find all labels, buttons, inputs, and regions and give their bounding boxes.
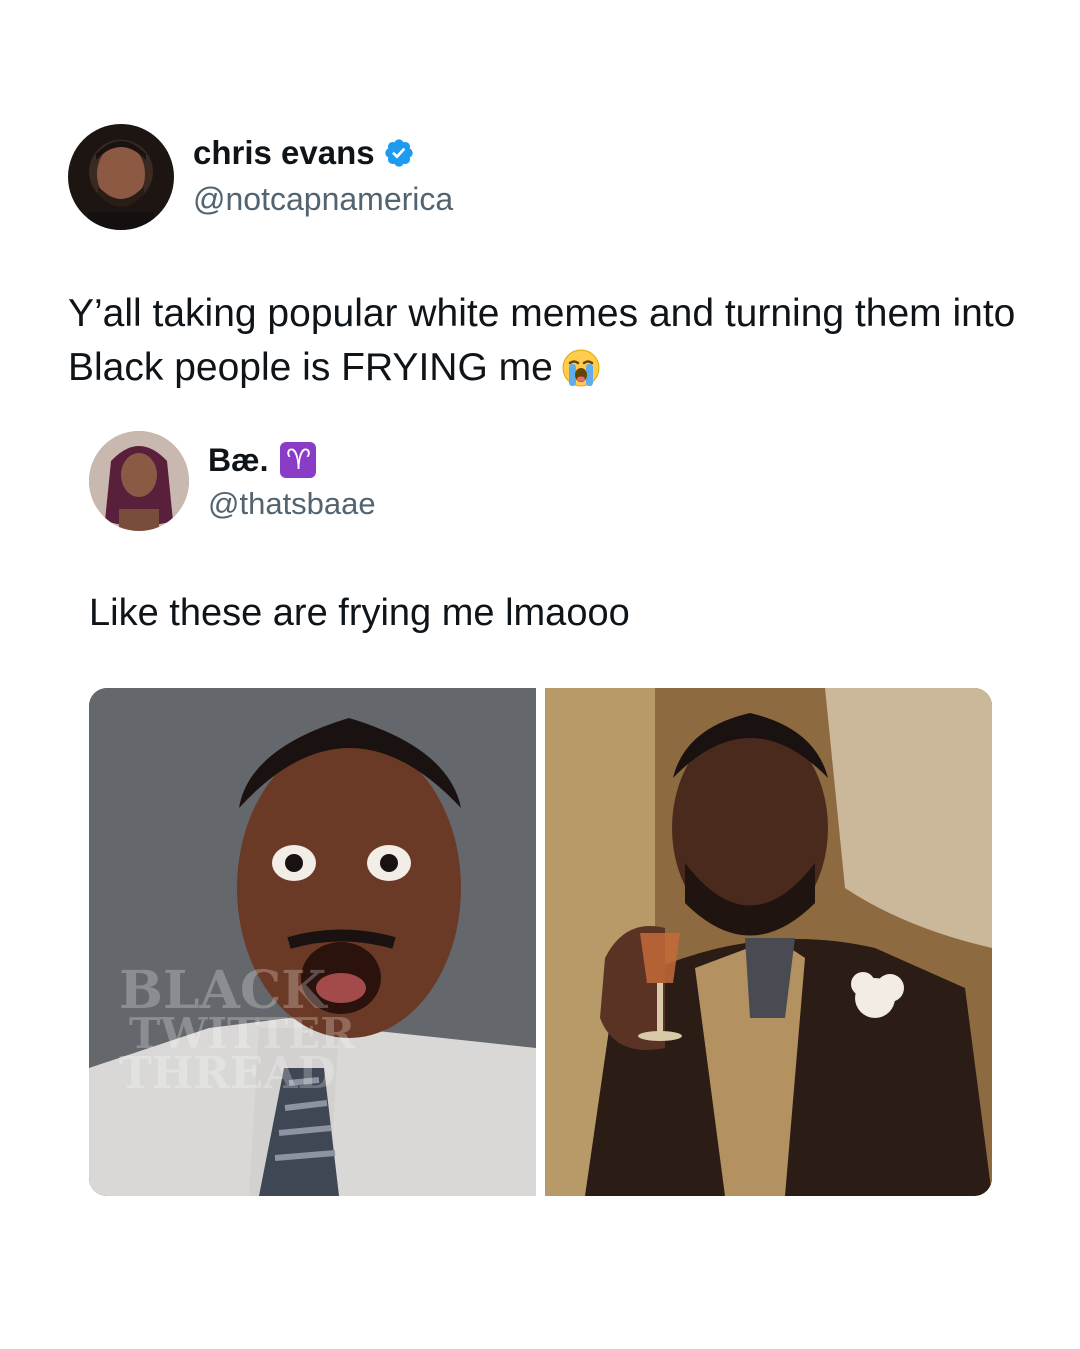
quoted-author-name[interactable]: Bæ.	[208, 440, 268, 480]
laughing-man-illustration	[545, 688, 992, 1196]
media-image-surprised-man[interactable]: BLACK TWITTER THREAD	[89, 688, 536, 1196]
surprised-man-illustration: BLACK TWITTER THREAD	[89, 688, 536, 1196]
main-tweet-text: Y’all taking popular white memes and tur…	[68, 287, 1018, 395]
quoted-tweet-media: BLACK TWITTER THREAD	[89, 688, 992, 1196]
main-tweet-author-row: chris evans	[193, 133, 415, 173]
avatar-photo-woman	[89, 431, 189, 531]
quoted-tweet-author-row: Bæ. ♈	[208, 440, 317, 480]
author-name[interactable]: chris evans	[193, 133, 375, 173]
main-tweet-avatar[interactable]	[68, 124, 174, 230]
quoted-tweet-text: Like these are frying me lmaooo	[89, 592, 630, 634]
quoted-author-handle[interactable]: @thatsbaae	[208, 485, 376, 523]
tweet-body: Y’all taking popular white memes and tur…	[68, 292, 1016, 389]
author-handle[interactable]: @notcapnamerica	[193, 180, 453, 218]
verified-badge-icon	[383, 137, 415, 169]
media-image-laughing-man[interactable]	[545, 688, 992, 1196]
aries-zodiac-icon: ♈	[280, 442, 317, 478]
avatar-photo-man	[88, 141, 154, 230]
svg-text:THREAD: THREAD	[119, 1048, 336, 1099]
loudly-crying-face-icon	[561, 348, 601, 388]
quoted-tweet-avatar[interactable]	[89, 431, 189, 531]
